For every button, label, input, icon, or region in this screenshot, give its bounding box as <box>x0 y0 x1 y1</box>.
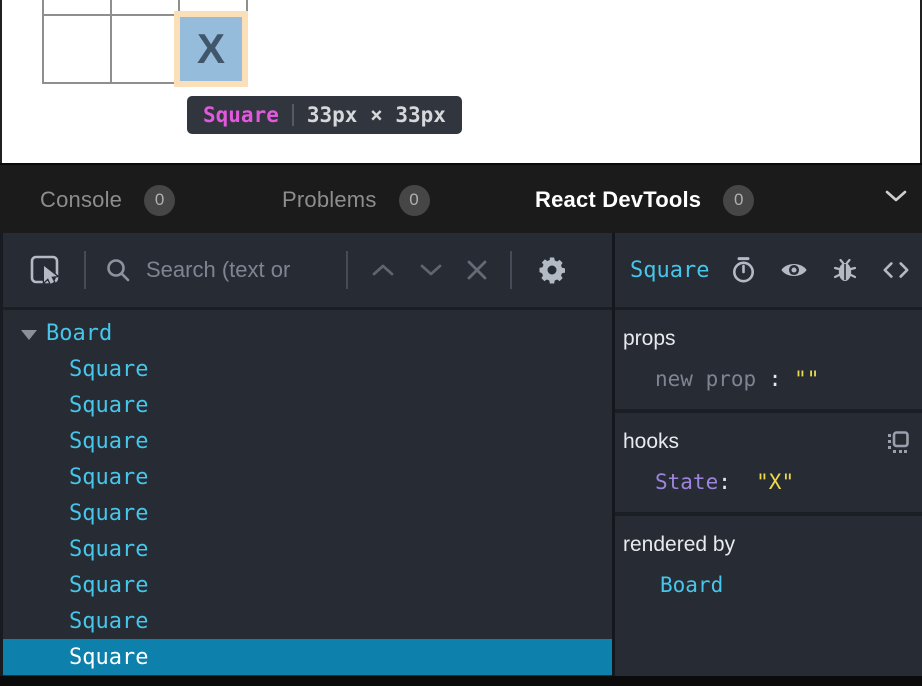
tree-node-square[interactable]: Square <box>3 531 612 567</box>
toolbar-divider <box>346 251 348 289</box>
components-toolbar: Search (text or <box>3 233 612 310</box>
board-square[interactable] <box>44 0 110 14</box>
tree-node-square[interactable]: Square <box>3 639 612 675</box>
tree-node-label: Square <box>69 537 148 562</box>
tree-node-label: Board <box>46 321 112 346</box>
expand-caret-icon[interactable] <box>21 330 37 340</box>
tree-node-square[interactable]: Square <box>3 351 612 387</box>
tree-node-label: Square <box>69 609 148 634</box>
rendered-by-owner-link[interactable]: Board <box>623 571 910 599</box>
hook-entry[interactable]: State: "X" <box>623 468 910 496</box>
app-window: X Square 33px × 33px Console 0 Problems … <box>0 0 922 686</box>
settings-gear-icon[interactable] <box>537 255 567 285</box>
prop-entry[interactable]: new prop : "" <box>623 365 910 393</box>
tree-node-square[interactable]: Square <box>3 423 612 459</box>
tooltip-dimensions: 33px × 33px <box>307 103 446 127</box>
tree-node-label: Square <box>69 393 148 418</box>
rendered-by-section-title: rendered by <box>623 532 735 558</box>
toolbar-divider <box>510 251 512 289</box>
element-picker-icon[interactable] <box>27 252 63 288</box>
console-count-badge: 0 <box>144 185 175 216</box>
tree-node-label: Square <box>69 357 148 382</box>
inspector-actions <box>729 256 910 284</box>
tree-node-square[interactable]: Square <box>3 459 612 495</box>
tree-node-label: Square <box>69 465 148 490</box>
square-mark: X <box>197 25 225 73</box>
react-devtools-count-badge: 0 <box>723 185 754 216</box>
search-input[interactable]: Search (text or <box>146 257 346 283</box>
inspect-tooltip: Square 33px × 33px <box>187 96 462 134</box>
tree-node-square[interactable]: Square <box>3 567 612 603</box>
window-bottom-edge <box>0 676 922 686</box>
tooltip-component-name: Square <box>203 103 279 127</box>
search-icon <box>105 257 131 283</box>
toolbar-divider <box>84 251 86 289</box>
tab-problems-label: Problems <box>282 187 377 213</box>
problems-count-badge: 0 <box>399 185 430 216</box>
props-section: props new prop : "" <box>615 310 922 413</box>
tooltip-divider <box>292 104 294 126</box>
tab-console[interactable]: Console 0 <box>40 167 175 233</box>
tree-children: Square Square Square Square Square Squar… <box>3 351 612 675</box>
hooks-section-title: hooks <box>623 429 679 455</box>
tab-problems[interactable]: Problems 0 <box>282 167 430 233</box>
tab-console-label: Console <box>40 187 122 213</box>
view-source-code-icon[interactable] <box>882 261 910 279</box>
tree-node-board[interactable]: Board <box>3 315 612 351</box>
component-inspector-panel: Square <box>615 233 922 676</box>
suspend-timer-icon[interactable] <box>729 256 757 284</box>
hooks-section: hooks State: "X" <box>615 413 922 516</box>
inspect-highlight-content[interactable]: X <box>180 17 242 81</box>
tree-node-square[interactable]: Square <box>3 387 612 423</box>
tree-node-square[interactable]: Square <box>3 495 612 531</box>
new-prop-input[interactable]: new prop <box>655 367 756 391</box>
tree-node-label: Square <box>69 429 148 454</box>
tree-node-label: Square <box>69 501 148 526</box>
tree-node-label: Square <box>69 573 148 598</box>
inspect-highlight-padding: X <box>174 11 248 87</box>
prop-value[interactable]: "" <box>794 367 819 391</box>
devtools-tab-bar: Console 0 Problems 0 React DevTools 0 <box>0 163 922 233</box>
board-square[interactable] <box>44 16 110 82</box>
tree-node-square[interactable]: Square <box>3 603 612 639</box>
search-previous-icon[interactable] <box>371 263 395 277</box>
rendered-by-section: rendered by Board <box>615 516 922 676</box>
parse-hook-names-icon[interactable] <box>886 430 910 454</box>
inspect-dom-eye-icon[interactable] <box>780 260 808 280</box>
inspector-header: Square <box>615 233 922 310</box>
hook-value[interactable]: "X" <box>756 470 794 494</box>
props-section-title: props <box>623 326 676 352</box>
react-devtools-panel: Search (text or <box>0 233 922 676</box>
browser-page: X Square 33px × 33px <box>0 0 922 163</box>
selected-component-title: Square <box>630 258 709 283</box>
components-tree-panel: Search (text or <box>3 233 612 676</box>
tab-react-devtools-label: React DevTools <box>535 187 701 213</box>
component-tree: Board Square Square Square Square Square… <box>3 310 612 676</box>
board-square[interactable] <box>112 0 178 14</box>
board-square[interactable] <box>112 16 178 82</box>
tab-react-devtools[interactable]: React DevTools 0 <box>535 167 754 233</box>
clear-search-icon[interactable] <box>466 259 488 281</box>
hook-name: State <box>655 470 718 494</box>
tree-node-label: Square <box>69 645 148 670</box>
search-next-icon[interactable] <box>419 263 443 277</box>
chevron-down-icon[interactable] <box>884 189 908 208</box>
log-to-console-bug-icon[interactable] <box>831 256 859 284</box>
